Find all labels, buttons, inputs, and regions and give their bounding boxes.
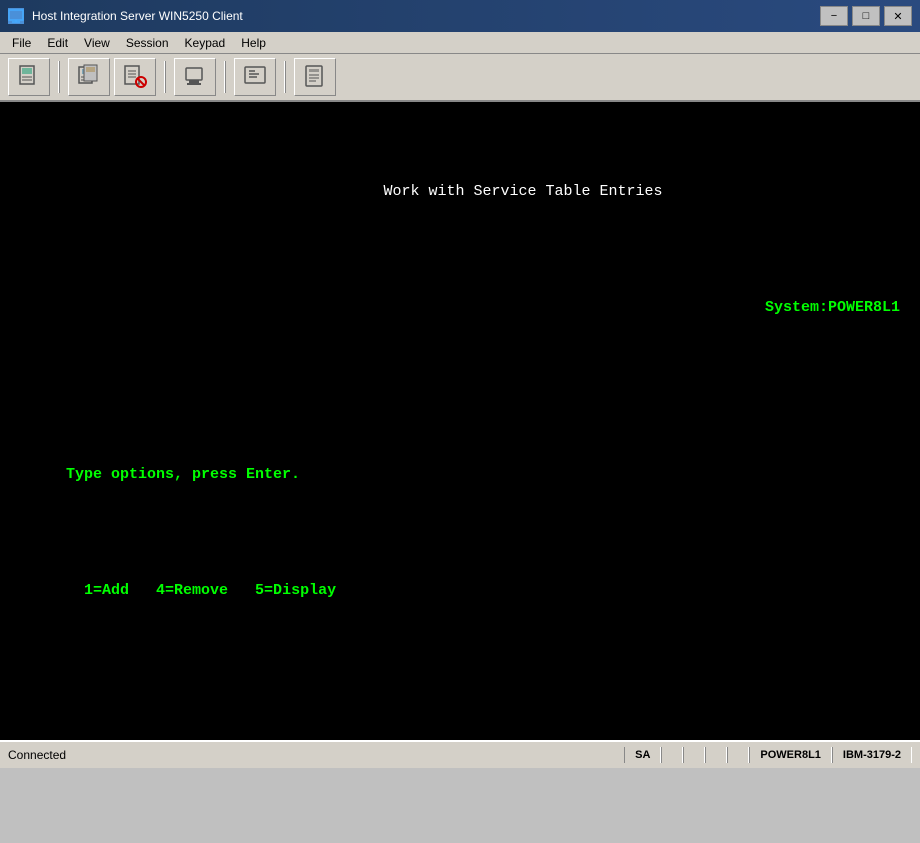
menu-help[interactable]: Help bbox=[233, 34, 274, 52]
app-icon bbox=[8, 8, 24, 24]
status-segments: SA POWER8L1 IBM-3179-2 bbox=[624, 747, 912, 763]
toolbar-sep-3 bbox=[224, 61, 226, 93]
toolbar-sep-1 bbox=[58, 61, 60, 93]
toolbar-btn-6[interactable] bbox=[294, 58, 336, 96]
menu-session[interactable]: Session bbox=[118, 34, 177, 52]
toolbar-btn-5[interactable] bbox=[234, 58, 276, 96]
connection-status: Connected bbox=[8, 748, 624, 762]
status-system: POWER8L1 bbox=[749, 747, 832, 763]
maximize-button[interactable]: □ bbox=[852, 6, 880, 26]
menu-bar: File Edit View Session Keypad Help bbox=[0, 32, 920, 54]
status-terminal: IBM-3179-2 bbox=[832, 747, 912, 763]
toolbar-btn-1[interactable] bbox=[8, 58, 50, 96]
status-ind2 bbox=[683, 747, 705, 763]
status-ind1 bbox=[661, 747, 683, 763]
menu-edit[interactable]: Edit bbox=[39, 34, 76, 52]
toolbar-btn-3[interactable] bbox=[114, 58, 156, 96]
instructions-line: Type options, press Enter. bbox=[12, 440, 908, 510]
title-bar: Host Integration Server WIN5250 Client −… bbox=[0, 0, 920, 32]
window-controls: − □ ✕ bbox=[820, 6, 912, 26]
menu-file[interactable]: File bbox=[4, 34, 39, 52]
terminal-system: System:POWER8L1 bbox=[12, 273, 908, 343]
toolbar-sep-2 bbox=[164, 61, 166, 93]
toolbar-btn-4[interactable] bbox=[174, 58, 216, 96]
close-button[interactable]: ✕ bbox=[884, 6, 912, 26]
status-bar: Connected SA POWER8L1 IBM-3179-2 bbox=[0, 740, 920, 768]
menu-view[interactable]: View bbox=[76, 34, 118, 52]
status-ind4 bbox=[727, 747, 749, 763]
toolbar-btn-2[interactable] bbox=[68, 58, 110, 96]
menu-keypad[interactable]: Keypad bbox=[177, 34, 234, 52]
terminal-heading: Work with Service Table Entries bbox=[12, 157, 908, 227]
toolbar bbox=[0, 54, 920, 102]
toolbar-sep-4 bbox=[284, 61, 286, 93]
minimize-button[interactable]: − bbox=[820, 6, 848, 26]
status-sa: SA bbox=[624, 747, 661, 763]
status-ind3 bbox=[705, 747, 727, 763]
options-line: 1=Add 4=Remove 5=Display bbox=[12, 556, 908, 626]
terminal-area[interactable]: Work with Service Table Entries System:P… bbox=[0, 102, 920, 740]
window-title: Host Integration Server WIN5250 Client bbox=[32, 9, 243, 23]
